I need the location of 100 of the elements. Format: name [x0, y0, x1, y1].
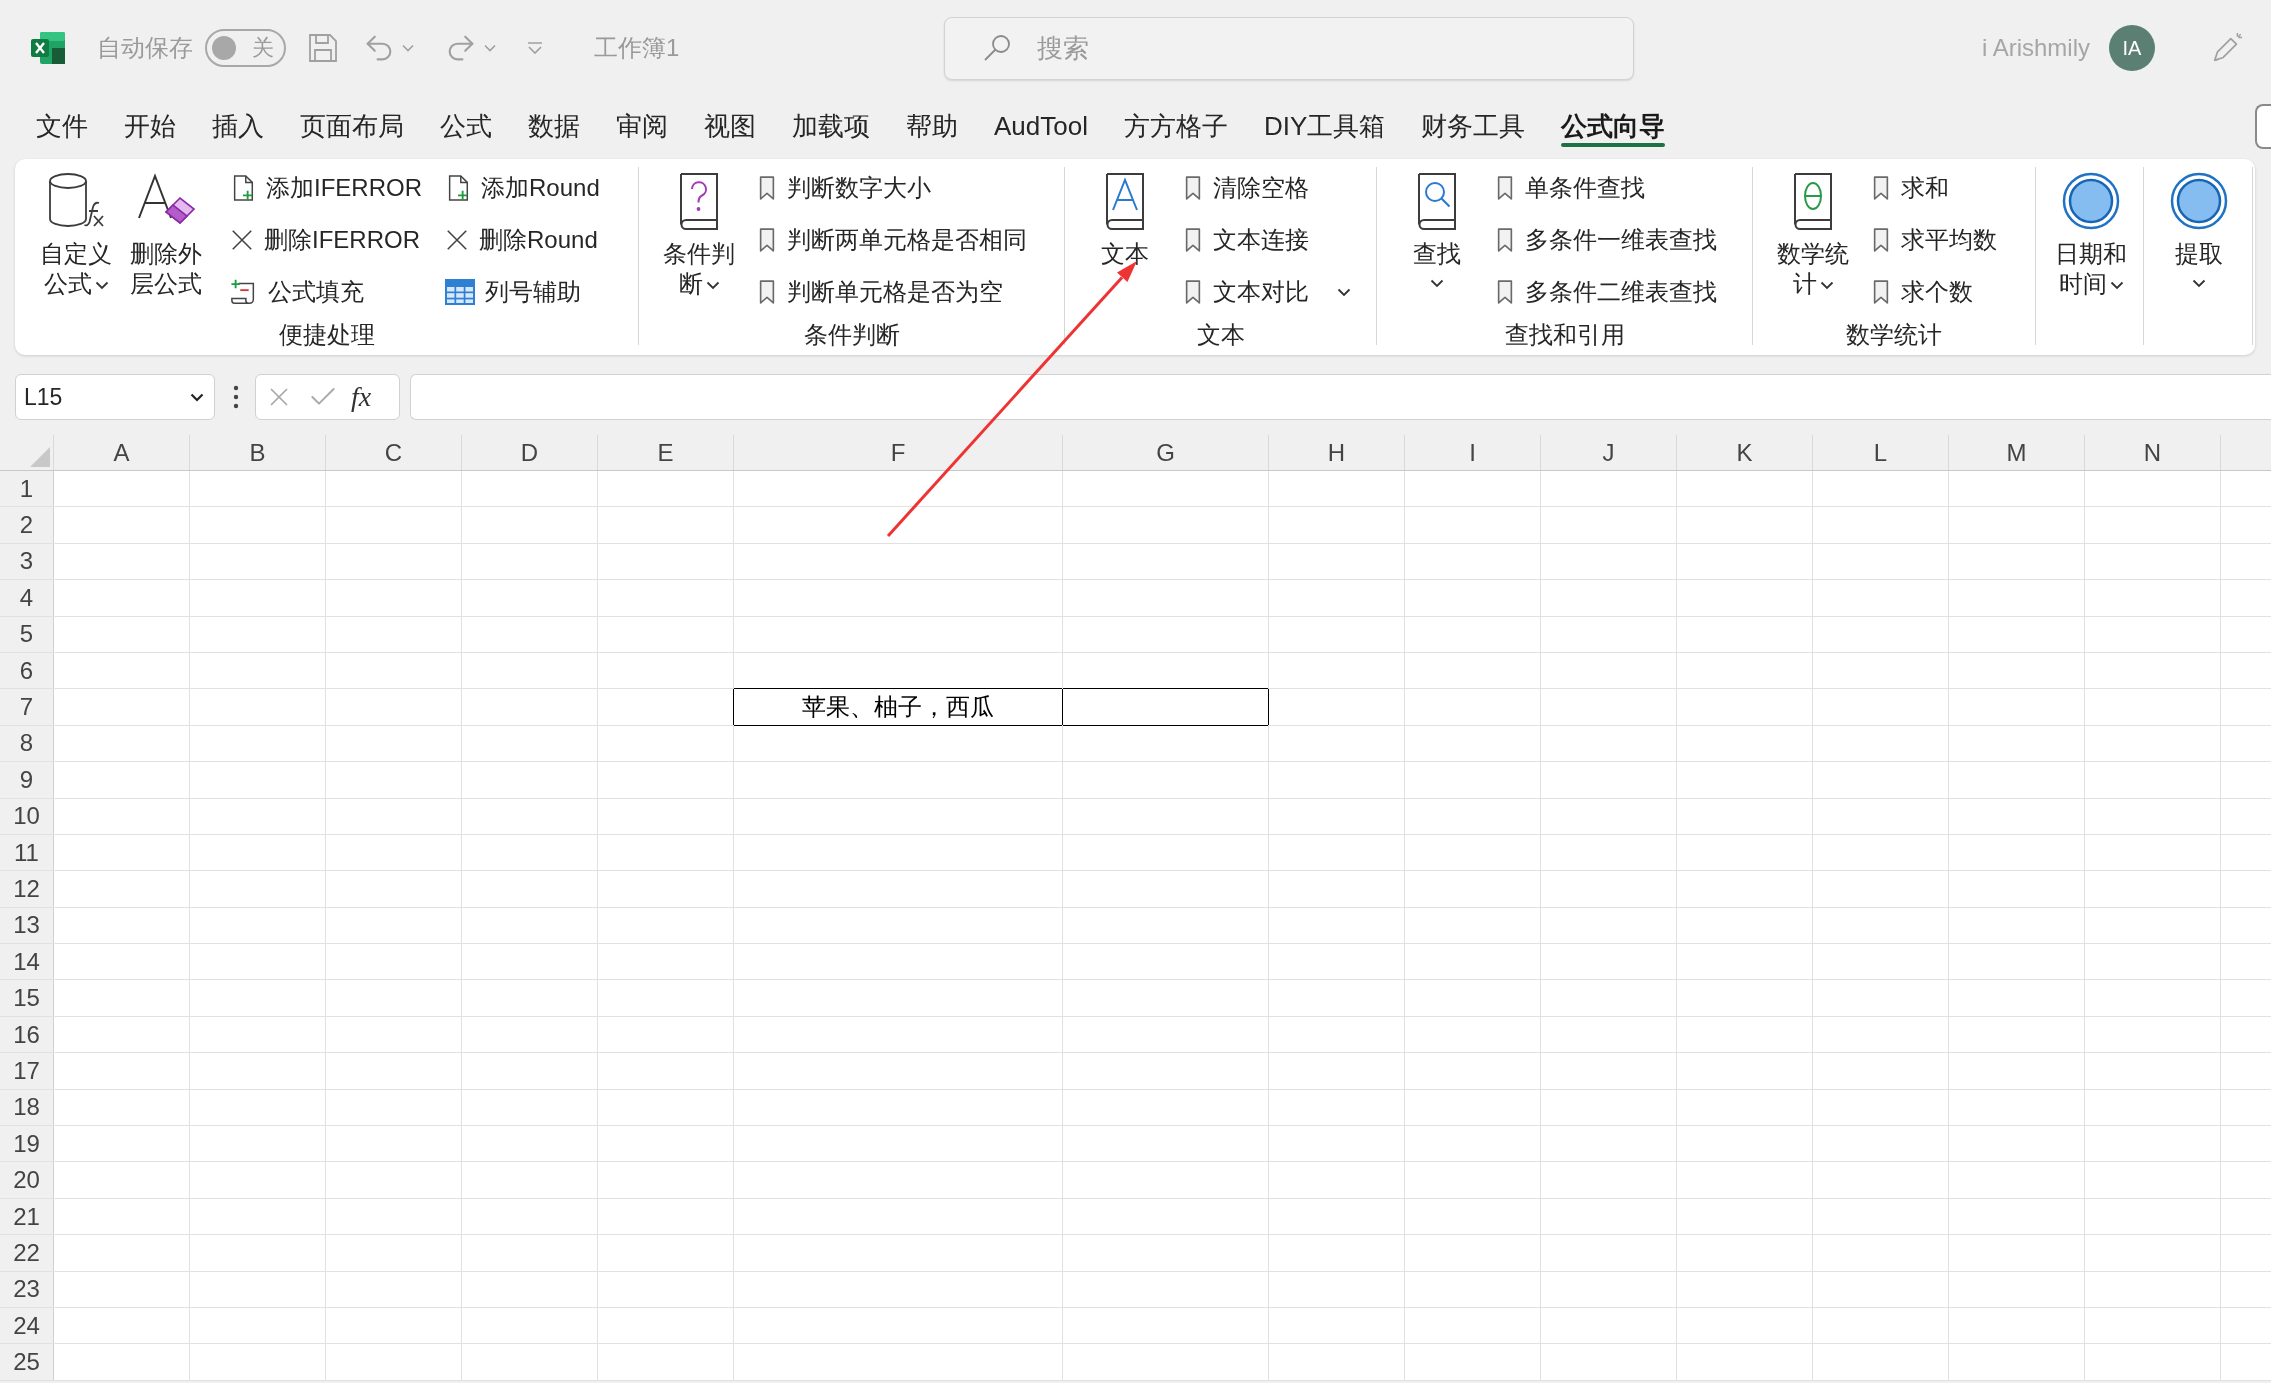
- formula-input-field[interactable]: [410, 374, 2271, 420]
- row-header[interactable]: 25: [0, 1344, 53, 1380]
- sheet-cell[interactable]: 苹果、柚子，西瓜: [734, 688, 1062, 726]
- ribbon-tab[interactable]: DIY工具箱: [1245, 96, 1404, 156]
- ribbon-button[interactable]: 添加Round: [445, 162, 600, 214]
- row-header[interactable]: 18: [0, 1089, 53, 1126]
- ribbon-button[interactable]: 删除IFERROR: [230, 214, 422, 266]
- sheet-cell[interactable]: [1063, 688, 1268, 726]
- ribbon-button[interactable]: 文本: [1084, 162, 1166, 273]
- row-header[interactable]: 9: [0, 762, 53, 798]
- ribbon-button[interactable]: 添加IFERROR: [230, 162, 422, 214]
- ribbon-button[interactable]: 公式填充: [230, 266, 422, 318]
- ribbon-button[interactable]: 文本对比: [1183, 266, 1351, 318]
- row-header[interactable]: 4: [0, 580, 53, 616]
- name-box[interactable]: L15: [15, 374, 215, 420]
- ribbon-tab[interactable]: 方方格子: [1105, 96, 1246, 156]
- ribbon-button[interactable]: 文本连接: [1183, 214, 1351, 266]
- ribbon-button[interactable]: 列号辅助: [445, 266, 600, 318]
- row-header[interactable]: 8: [0, 725, 53, 762]
- column-header[interactable]: E: [598, 435, 733, 470]
- ribbon-button[interactable]: 日期和时间: [2050, 162, 2132, 303]
- row-header[interactable]: 19: [0, 1126, 53, 1162]
- row-header[interactable]: 10: [0, 798, 53, 834]
- ribbon-tab[interactable]: 加载项: [774, 96, 888, 156]
- ribbon-button[interactable]: 自定义公式: [35, 162, 117, 303]
- row-header[interactable]: 14: [0, 944, 53, 980]
- ribbon-tab[interactable]: 公式: [422, 96, 510, 156]
- ribbon-tab[interactable]: 视图: [686, 96, 774, 156]
- grid-icon: [445, 279, 475, 305]
- document-title: 工作簿1: [594, 33, 680, 63]
- row-header[interactable]: 21: [0, 1198, 53, 1235]
- row-header[interactable]: 5: [0, 616, 53, 652]
- row-header[interactable]: 20: [0, 1162, 53, 1198]
- ribbon-button[interactable]: 求和: [1871, 162, 1997, 214]
- row-header[interactable]: 7: [0, 689, 53, 725]
- ribbon-tab[interactable]: 开始: [106, 96, 194, 156]
- ribbon-tab[interactable]: 审阅: [598, 96, 686, 156]
- column-header[interactable]: K: [1677, 435, 1812, 470]
- ribbon-button[interactable]: 删除Round: [445, 214, 600, 266]
- vertical-dots-icon[interactable]: [233, 385, 239, 409]
- ribbon-button[interactable]: 单条件查找: [1495, 162, 1717, 214]
- column-header[interactable]: F: [734, 435, 1062, 470]
- column-header[interactable]: I: [1405, 435, 1540, 470]
- chevron-bar-icon[interactable]: [526, 41, 544, 55]
- column-header[interactable]: C: [326, 435, 461, 470]
- ribbon-button[interactable]: 多条件二维表查找: [1495, 266, 1717, 318]
- ribbon-tab[interactable]: 页面布局: [282, 96, 422, 156]
- ribbon-button[interactable]: 判断单元格是否为空: [757, 266, 1027, 318]
- column-header[interactable]: B: [190, 435, 325, 470]
- column-header[interactable]: H: [1269, 435, 1404, 470]
- row-header[interactable]: 17: [0, 1053, 53, 1089]
- ribbon-button[interactable]: 数学统计: [1772, 162, 1854, 303]
- ribbon-button[interactable]: 清除空格: [1183, 162, 1351, 214]
- row-header[interactable]: 16: [0, 1016, 53, 1053]
- ribbon-button[interactable]: 判断两单元格是否相同: [757, 214, 1027, 266]
- group-label: 文本: [1195, 320, 1246, 350]
- row-header[interactable]: 2: [0, 507, 53, 543]
- row-header[interactable]: 15: [0, 980, 53, 1016]
- row-header[interactable]: 13: [0, 907, 53, 944]
- ribbon-button[interactable]: 判断数字大小: [757, 162, 1027, 214]
- ribbon-button[interactable]: 求平均数: [1871, 214, 1997, 266]
- select-all-button[interactable]: [30, 447, 50, 467]
- search-field[interactable]: 搜索: [944, 16, 1635, 80]
- column-header[interactable]: J: [1541, 435, 1676, 470]
- ribbon-tab[interactable]: 公式向导: [1543, 96, 1684, 156]
- row-header[interactable]: 6: [0, 652, 53, 689]
- ribbon-button[interactable]: 查找: [1396, 162, 1478, 292]
- row-header[interactable]: 11: [0, 834, 53, 871]
- chevron-down-icon[interactable]: [484, 44, 496, 52]
- ribbon-tab[interactable]: 帮助: [888, 96, 976, 156]
- ribbon-tab[interactable]: 数据: [510, 96, 598, 156]
- ribbon-tab[interactable]: 财务工具: [1403, 96, 1544, 156]
- ribbon-button[interactable]: 提取: [2158, 162, 2240, 292]
- column-header[interactable]: G: [1063, 435, 1268, 470]
- ribbon-tab[interactable]: AudTool: [976, 96, 1106, 156]
- column-header[interactable]: N: [2085, 435, 2220, 470]
- ribbon-button[interactable]: 多条件一维表查找: [1495, 214, 1717, 266]
- ribbon-button[interactable]: 条件判断: [658, 162, 740, 303]
- ribbon-button[interactable]: 删除外层公式: [125, 162, 207, 303]
- bookmark-icon: [1871, 227, 1891, 253]
- spreadsheet-logo-icon[interactable]: [30, 31, 66, 65]
- column-header[interactable]: D: [462, 435, 597, 470]
- row-header[interactable]: 22: [0, 1235, 53, 1271]
- column-header[interactable]: M: [1949, 435, 2084, 470]
- bookmark-icon: [1871, 175, 1891, 201]
- save-icon[interactable]: [308, 33, 338, 63]
- row-header[interactable]: 12: [0, 871, 53, 907]
- account-avatar[interactable]: IA: [2109, 25, 2155, 71]
- chevron-down-icon[interactable]: [402, 44, 414, 52]
- column-header[interactable]: L: [1813, 435, 1948, 470]
- ribbon-button[interactable]: 求个数: [1871, 266, 1997, 318]
- ribbon-tab[interactable]: 插入: [194, 96, 282, 156]
- row-header[interactable]: 23: [0, 1271, 53, 1307]
- row-header[interactable]: 3: [0, 543, 53, 580]
- row-header[interactable]: 24: [0, 1308, 53, 1344]
- insert-function-button[interactable]: fx: [351, 383, 372, 411]
- toolbar-button[interactable]: [2255, 103, 2271, 149]
- column-header[interactable]: A: [54, 435, 189, 470]
- row-header[interactable]: 1: [0, 471, 53, 507]
- ribbon-tab[interactable]: 文件: [18, 96, 106, 156]
